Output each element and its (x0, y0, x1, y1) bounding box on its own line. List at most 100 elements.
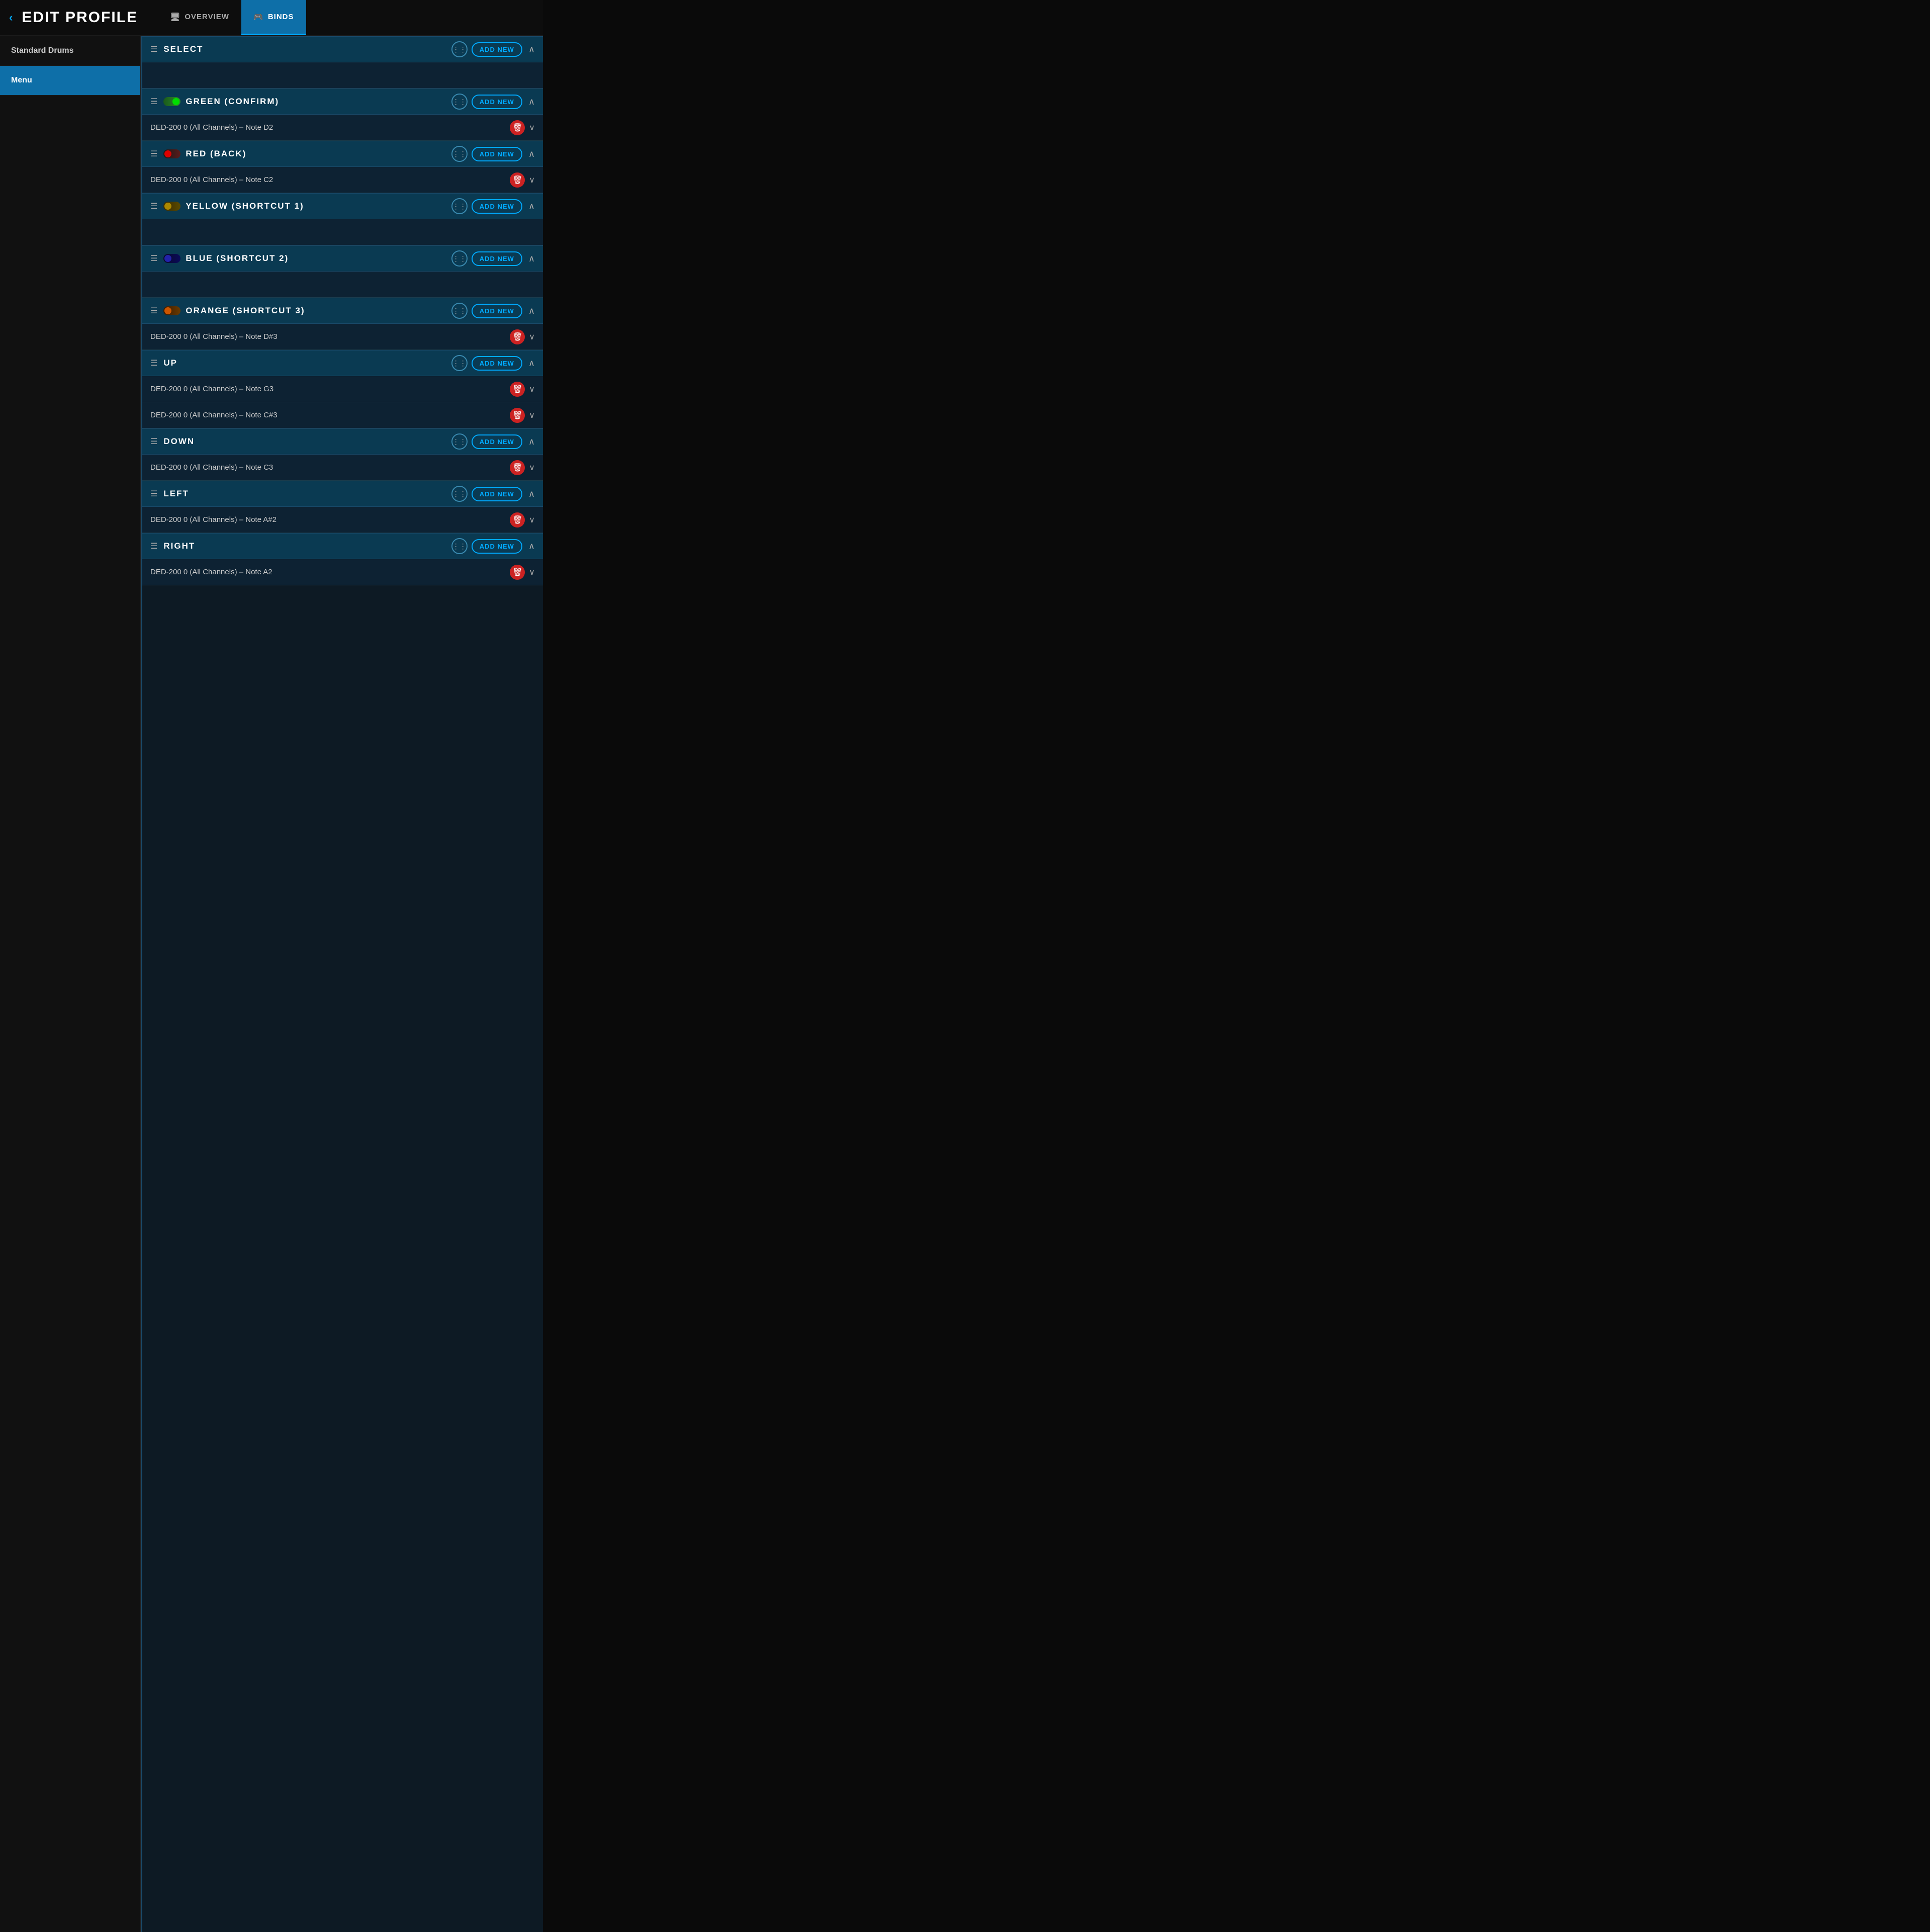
delete-button[interactable]: 🗑 (510, 408, 525, 423)
lines-icon: ☰ (150, 306, 157, 316)
section-actions-left: ⋮⋮ ADD NEW ∧ (451, 486, 535, 502)
main-layout: Standard Drums Menu ☰SELECT⋮⋮ADD NEW∧☰GR… (0, 36, 543, 1932)
collapse-button-left[interactable]: ∧ (528, 489, 535, 499)
add-new-button-select[interactable]: ADD NEW (472, 42, 522, 57)
options-button-blue-shortcut2[interactable]: ⋮⋮ (451, 250, 468, 267)
section-left: ☰LEFT⋮⋮ADD NEW∧DED-200 0 (All Channels) … (142, 481, 543, 533)
section-header-blue-shortcut2: ☰BLUE (SHORTCUT 2)⋮⋮ADD NEW∧ (142, 245, 543, 272)
section-header-green-confirm: ☰GREEN (CONFIRM)⋮⋮ADD NEW∧ (142, 89, 543, 115)
header: ‹ EDIT PROFILE 🖥 OVERVIEW 🎮 BINDS (0, 0, 543, 36)
expand-button[interactable]: ∨ (529, 123, 535, 133)
binding-row: DED-200 0 (All Channels) – Note C#3🗑 ∨ (142, 402, 543, 428)
delete-button[interactable]: 🗑 (510, 382, 525, 397)
options-button-green-confirm[interactable]: ⋮⋮ (451, 94, 468, 110)
add-new-button-yellow-shortcut1[interactable]: ADD NEW (472, 199, 522, 214)
delete-button[interactable]: 🗑 (510, 172, 525, 188)
lines-icon: ☰ (150, 489, 157, 499)
options-button-down[interactable]: ⋮⋮ (451, 433, 468, 450)
lines-icon: ☰ (150, 44, 157, 54)
add-new-button-right[interactable]: ADD NEW (472, 539, 522, 554)
toggle-green-confirm[interactable] (163, 97, 180, 106)
delete-button[interactable]: 🗑 (510, 565, 525, 580)
section-actions-right: ⋮⋮ ADD NEW ∧ (451, 538, 535, 554)
collapse-button-yellow-shortcut1[interactable]: ∧ (528, 201, 535, 212)
add-new-button-blue-shortcut2[interactable]: ADD NEW (472, 251, 522, 266)
section-actions-green-confirm: ⋮⋮ ADD NEW ∧ (451, 94, 535, 110)
binding-text: DED-200 0 (All Channels) – Note C3 (150, 463, 510, 472)
section-header-right: ☰ RIGHT⋮⋮ ADD NEW ∧ (142, 533, 543, 559)
section-orange-shortcut3: ☰ORANGE (SHORTCUT 3)⋮⋮ADD NEW∧DED-200 0 … (142, 298, 543, 350)
gamepad-icon: 🎮 (253, 12, 264, 22)
collapse-button-red-back[interactable]: ∧ (528, 149, 535, 159)
section-title-red-back: RED (BACK) (186, 149, 451, 159)
expand-button[interactable]: ∨ (529, 410, 535, 420)
binding-text: DED-200 0 (All Channels) – Note A2 (150, 568, 510, 576)
expand-button[interactable]: ∨ (529, 567, 535, 577)
options-button-right[interactable]: ⋮⋮ (451, 538, 468, 554)
section-header-red-back: ☰ RED (BACK)⋮⋮ ADD NEW ∧ (142, 141, 543, 167)
toggle-orange-shortcut3[interactable] (163, 306, 180, 315)
section-down: ☰DOWN⋮⋮ADD NEW∧DED-200 0 (All Channels) … (142, 428, 543, 481)
tab-binds[interactable]: 🎮 BINDS (241, 0, 306, 35)
expand-button[interactable]: ∨ (529, 384, 535, 394)
toggle-yellow-shortcut1[interactable] (163, 202, 180, 211)
section-title-right: RIGHT (163, 541, 451, 551)
binding-row: DED-200 0 (All Channels) – Note G3🗑 ∨ (142, 376, 543, 402)
sidebar-menu-label: Menu (11, 76, 32, 84)
options-button-yellow-shortcut1[interactable]: ⋮⋮ (451, 198, 468, 214)
expand-button[interactable]: ∨ (529, 332, 535, 342)
delete-button[interactable]: 🗑 (510, 460, 525, 475)
delete-button[interactable]: 🗑 (510, 512, 525, 528)
collapse-button-right[interactable]: ∧ (528, 541, 535, 552)
collapse-button-blue-shortcut2[interactable]: ∧ (528, 253, 535, 264)
empty-row-blue-shortcut2 (142, 272, 543, 298)
back-button[interactable]: ‹ (0, 11, 22, 24)
section-header-up: ☰UP⋮⋮ADD NEW∧ (142, 350, 543, 376)
binding-row: DED-200 0 (All Channels) – Note A#2🗑∨ (142, 507, 543, 533)
add-new-button-orange-shortcut3[interactable]: ADD NEW (472, 304, 522, 318)
lines-icon: ☰ (150, 358, 157, 368)
lines-icon: ☰ (150, 149, 157, 159)
collapse-button-green-confirm[interactable]: ∧ (528, 97, 535, 107)
collapse-button-orange-shortcut3[interactable]: ∧ (528, 306, 535, 316)
section-actions-red-back: ⋮⋮ ADD NEW ∧ (451, 146, 535, 162)
collapse-button-down[interactable]: ∧ (528, 436, 535, 447)
toggle-blue-shortcut2[interactable] (163, 254, 180, 263)
lines-icon: ☰ (150, 541, 157, 551)
options-button-orange-shortcut3[interactable]: ⋮⋮ (451, 303, 468, 319)
section-yellow-shortcut1: ☰YELLOW (SHORTCUT 1)⋮⋮ADD NEW∧ (142, 193, 543, 245)
tab-binds-label: BINDS (268, 13, 294, 21)
binding-text: DED-200 0 (All Channels) – Note G3 (150, 385, 510, 393)
options-button-left[interactable]: ⋮⋮ (451, 486, 468, 502)
section-header-left: ☰LEFT⋮⋮ADD NEW∧ (142, 481, 543, 507)
binding-row: DED-200 0 (All Channels) – Note D2🗑∨ (142, 115, 543, 141)
expand-button[interactable]: ∨ (529, 515, 535, 525)
delete-button[interactable]: 🗑 (510, 120, 525, 135)
options-button-red-back[interactable]: ⋮⋮ (451, 146, 468, 162)
section-red-back: ☰RED (BACK)⋮⋮ADD NEW∧DED-200 0 (All Chan… (142, 141, 543, 193)
section-actions-down: ⋮⋮ ADD NEW ∧ (451, 433, 535, 450)
tab-overview[interactable]: 🖥 OVERVIEW (158, 0, 241, 35)
expand-button[interactable]: ∨ (529, 463, 535, 473)
options-button-up[interactable]: ⋮⋮ (451, 355, 468, 371)
add-new-button-up[interactable]: ADD NEW (472, 356, 522, 371)
section-blue-shortcut2: ☰BLUE (SHORTCUT 2)⋮⋮ADD NEW∧ (142, 245, 543, 298)
add-new-button-left[interactable]: ADD NEW (472, 487, 522, 501)
section-select: ☰SELECT⋮⋮ADD NEW∧ (142, 36, 543, 89)
toggle-red-back[interactable] (163, 149, 180, 158)
add-new-button-down[interactable]: ADD NEW (472, 434, 522, 449)
sidebar-item-menu[interactable]: Menu (0, 66, 140, 96)
collapse-button-select[interactable]: ∧ (528, 44, 535, 55)
add-new-button-green-confirm[interactable]: ADD NEW (472, 95, 522, 109)
delete-button[interactable]: 🗑 (510, 329, 525, 344)
collapse-button-up[interactable]: ∧ (528, 358, 535, 369)
options-button-select[interactable]: ⋮⋮ (451, 41, 468, 57)
sidebar: Standard Drums Menu (0, 36, 141, 1932)
binding-text: DED-200 0 (All Channels) – Note C#3 (150, 411, 510, 419)
add-new-button-red-back[interactable]: ADD NEW (472, 147, 522, 161)
empty-row-select (142, 62, 543, 89)
section-title-blue-shortcut2: BLUE (SHORTCUT 2) (186, 253, 451, 264)
expand-button[interactable]: ∨ (529, 175, 535, 185)
section-actions-blue-shortcut2: ⋮⋮ ADD NEW ∧ (451, 250, 535, 267)
sidebar-item-standard-drums[interactable]: Standard Drums (0, 36, 140, 66)
